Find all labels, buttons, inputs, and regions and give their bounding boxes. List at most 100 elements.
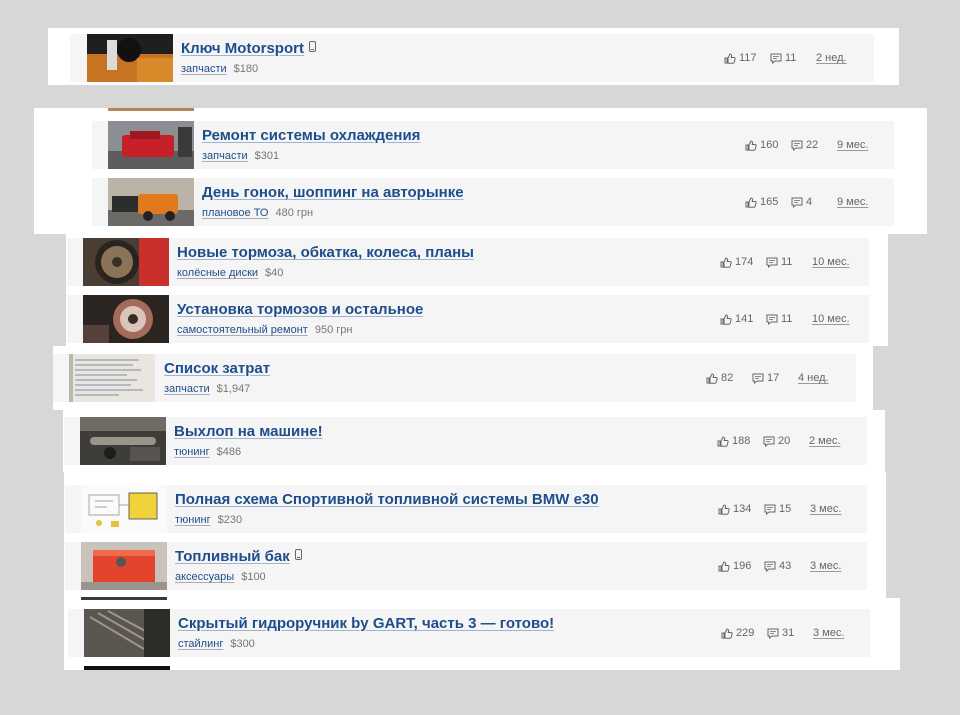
- likes: 117: [724, 52, 757, 64]
- category-link[interactable]: запчасти: [181, 63, 227, 75]
- post-thumbnail[interactable]: [87, 34, 173, 82]
- screenshot-collage: Ключ Motorsport запчасти $180 117 11 2 не…: [0, 0, 960, 715]
- post-title[interactable]: День гонок, шоппинг на авторынке: [202, 184, 464, 201]
- post-stats: 196 43 3 мес.: [718, 560, 853, 574]
- phone-icon: [294, 549, 302, 560]
- phone-icon: [308, 41, 316, 52]
- post-thumbnail[interactable]: [84, 609, 170, 657]
- post-title[interactable]: Полная схема Спортивной топливной систем…: [175, 491, 599, 508]
- price: 950 грн: [314, 324, 353, 336]
- comment-icon: [763, 436, 775, 447]
- comments: 11: [770, 52, 796, 64]
- post-stats: 141 11 10 мес.: [720, 313, 855, 327]
- post-date[interactable]: 2 нед.: [816, 52, 847, 64]
- likes: 134: [718, 503, 751, 515]
- thumbs-up-icon: [720, 313, 732, 325]
- comments: 17: [752, 372, 779, 384]
- post-thumbnail[interactable]: [69, 354, 155, 402]
- price: $230: [217, 514, 243, 526]
- post-thumbnail[interactable]: [80, 417, 166, 465]
- thumbs-up-icon: [724, 52, 736, 64]
- post-date[interactable]: 9 мес.: [837, 139, 868, 151]
- category-link[interactable]: аксессуары: [175, 571, 234, 583]
- post-meta: запчасти $301: [202, 150, 279, 162]
- comment-icon: [752, 373, 764, 384]
- category-link[interactable]: стайлинг: [178, 638, 223, 650]
- post-stats: 82 17 4 нед.: [706, 372, 841, 386]
- category-link[interactable]: тюнинг: [175, 514, 211, 526]
- likes: 160: [745, 139, 778, 151]
- likes: 188: [717, 435, 750, 447]
- post-stats: 134 15 3 мес.: [718, 503, 853, 517]
- comment-icon: [791, 197, 803, 208]
- likes: 165: [745, 196, 778, 208]
- post-thumbnail[interactable]: [108, 178, 194, 226]
- post-date[interactable]: 10 мес.: [812, 313, 850, 325]
- post-date[interactable]: 3 мес.: [810, 560, 841, 572]
- post-meta: тюнинг $486: [174, 446, 241, 458]
- post-meta: плановое ТО 480 грн: [202, 207, 313, 219]
- price: $301: [254, 150, 280, 162]
- post-date[interactable]: 9 мес.: [837, 196, 868, 208]
- post-date[interactable]: 2 мес.: [809, 435, 840, 447]
- post-stats: 117 11 2 нед.: [724, 52, 854, 66]
- post-title[interactable]: Новые тормоза, обкатка, колеса, планы: [177, 244, 474, 261]
- thumbs-up-icon: [706, 372, 718, 384]
- comment-icon: [770, 53, 782, 64]
- comment-icon: [766, 257, 778, 268]
- category-link[interactable]: самостоятельный ремонт: [177, 324, 308, 336]
- post-thumbnail[interactable]: [83, 238, 169, 286]
- post-meta: самостоятельный ремонт 950 грн: [177, 324, 352, 336]
- thumbnail-edge: [108, 108, 194, 111]
- post-title[interactable]: Топливный бак: [175, 548, 302, 565]
- comments: 22: [791, 139, 818, 151]
- post-stats: 229 31 3 мес.: [721, 627, 856, 641]
- thumbs-up-icon: [720, 256, 732, 268]
- post-thumbnail[interactable]: [83, 295, 169, 343]
- post-meta: тюнинг $230: [175, 514, 242, 526]
- thumbs-up-icon: [717, 435, 729, 447]
- comments: 20: [763, 435, 790, 447]
- category-link[interactable]: запчасти: [164, 383, 210, 395]
- category-link[interactable]: колёсные диски: [177, 267, 258, 279]
- post-stats: 160 22 9 мес.: [745, 139, 875, 153]
- price: $40: [265, 267, 284, 279]
- post-thumbnail[interactable]: [108, 121, 194, 169]
- price: $486: [216, 446, 242, 458]
- price: $100: [241, 571, 266, 583]
- comments: 11: [766, 313, 792, 325]
- thumbs-up-icon: [721, 627, 733, 639]
- post-date[interactable]: 4 нед.: [798, 372, 829, 384]
- comment-icon: [791, 140, 803, 151]
- thumbs-up-icon: [745, 139, 757, 151]
- category-link[interactable]: запчасти: [202, 150, 248, 162]
- post-thumbnail[interactable]: [81, 485, 167, 533]
- post-title[interactable]: Выхлоп на машине!: [174, 423, 323, 440]
- post-thumbnail[interactable]: [81, 542, 167, 590]
- category-link[interactable]: тюнинг: [174, 446, 210, 458]
- price: $1,947: [216, 383, 251, 395]
- post-title[interactable]: Ключ Motorsport: [181, 40, 316, 57]
- post-title[interactable]: Список затрат: [164, 360, 270, 377]
- post-stats: 165 4 9 мес.: [745, 196, 875, 210]
- likes: 82: [706, 372, 733, 384]
- post-title[interactable]: Установка тормозов и остальное: [177, 301, 423, 318]
- thumbnail-edge: [81, 597, 167, 600]
- post-date[interactable]: 3 мес.: [810, 503, 841, 515]
- thumbnail-edge: [84, 666, 170, 670]
- thumbs-up-icon: [718, 503, 730, 515]
- post-meta: колёсные диски $40: [177, 267, 283, 279]
- likes: 141: [720, 313, 753, 325]
- category-link[interactable]: плановое ТО: [202, 207, 268, 219]
- post-date[interactable]: 10 мес.: [812, 256, 850, 268]
- likes: 174: [720, 256, 753, 268]
- post-date[interactable]: 3 мес.: [813, 627, 844, 639]
- post-title[interactable]: Ремонт системы охлаждения: [202, 127, 420, 144]
- post-title[interactable]: Скрытый гидроручник by GART, часть 3 — г…: [178, 615, 554, 632]
- likes: 229: [721, 627, 754, 639]
- post-stats: 188 20 2 мес.: [717, 435, 852, 449]
- thumbs-up-icon: [745, 196, 757, 208]
- comment-icon: [766, 314, 778, 325]
- thumbs-up-icon: [718, 560, 730, 572]
- post-stats: 174 11 10 мес.: [720, 256, 855, 270]
